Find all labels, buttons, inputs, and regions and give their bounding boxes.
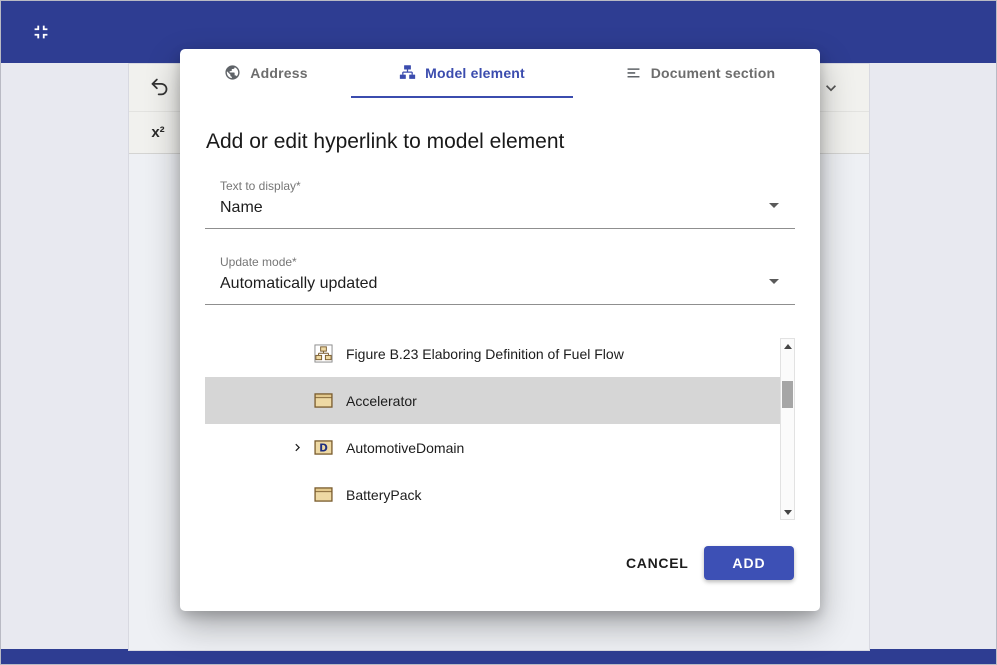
app-window: x² Address Model element Document sectio… (0, 0, 997, 665)
chevron-down-icon (821, 78, 841, 101)
field-value: Name (220, 199, 263, 217)
field-value: Automatically updated (220, 275, 377, 293)
scroll-down-button[interactable] (781, 505, 794, 519)
model-tree: Figure B.23 Elaboring Definition of Fuel… (205, 330, 780, 518)
tab-label: Model element (425, 65, 525, 81)
expand-chevron-icon (290, 487, 314, 503)
tree-item[interactable]: BatteryPack (205, 471, 780, 518)
superscript-button[interactable]: x² (142, 116, 174, 148)
collapse-button[interactable] (28, 20, 54, 46)
add-button[interactable]: ADD (704, 546, 794, 580)
triangle-up-icon (784, 344, 792, 349)
tree-item[interactable]: D AutomotiveDomain (205, 424, 780, 471)
tab-label: Document section (651, 65, 776, 81)
scroll-up-button[interactable] (781, 339, 794, 353)
document-section-icon (625, 64, 642, 81)
tree-item-label: Accelerator (346, 393, 417, 409)
dropdown-arrow-icon[interactable] (769, 203, 779, 208)
cancel-button[interactable]: CANCEL (608, 546, 707, 580)
superscript-label: x² (151, 124, 164, 141)
tree-item[interactable]: Figure B.23 Elaboring Definition of Fuel… (205, 330, 780, 377)
expand-chevron-icon (290, 346, 314, 362)
field-label: Text to display* (220, 179, 301, 193)
tree-item-label: AutomotiveDomain (346, 440, 464, 456)
triangle-down-icon (784, 510, 792, 515)
diagram-icon (314, 344, 333, 363)
tab-document-section[interactable]: Document section (600, 49, 800, 98)
tree-item-label: Figure B.23 Elaboring Definition of Fuel… (346, 346, 624, 362)
tree-scrollbar[interactable] (780, 338, 795, 520)
model-element-icon (399, 64, 416, 81)
domain-icon: D (314, 440, 333, 455)
update-mode-select[interactable]: Update mode* Automatically updated (205, 251, 795, 305)
tree-item-label: BatteryPack (346, 487, 421, 503)
text-to-display-select[interactable]: Text to display* Name (205, 175, 795, 229)
expand-chevron-icon[interactable] (290, 440, 314, 456)
field-label: Update mode* (220, 255, 297, 269)
block-icon (314, 393, 333, 408)
tab-model-element[interactable]: Model element (351, 49, 573, 98)
hyperlink-dialog: Address Model element Document section A… (180, 49, 820, 611)
block-icon (314, 487, 333, 502)
tab-label: Address (250, 65, 307, 81)
tree-item[interactable]: Accelerator (205, 377, 780, 424)
svg-text:D: D (319, 442, 328, 454)
undo-button[interactable] (143, 72, 175, 104)
scrollbar-thumb[interactable] (782, 381, 793, 408)
compress-icon (30, 21, 52, 46)
tab-address[interactable]: Address (196, 49, 336, 98)
dropdown-arrow-icon[interactable] (769, 279, 779, 284)
app-footer (1, 649, 996, 664)
dialog-title: Add or edit hyperlink to model element (206, 129, 564, 155)
undo-icon (149, 76, 170, 100)
expand-chevron-icon (290, 393, 314, 409)
globe-icon (224, 64, 241, 81)
